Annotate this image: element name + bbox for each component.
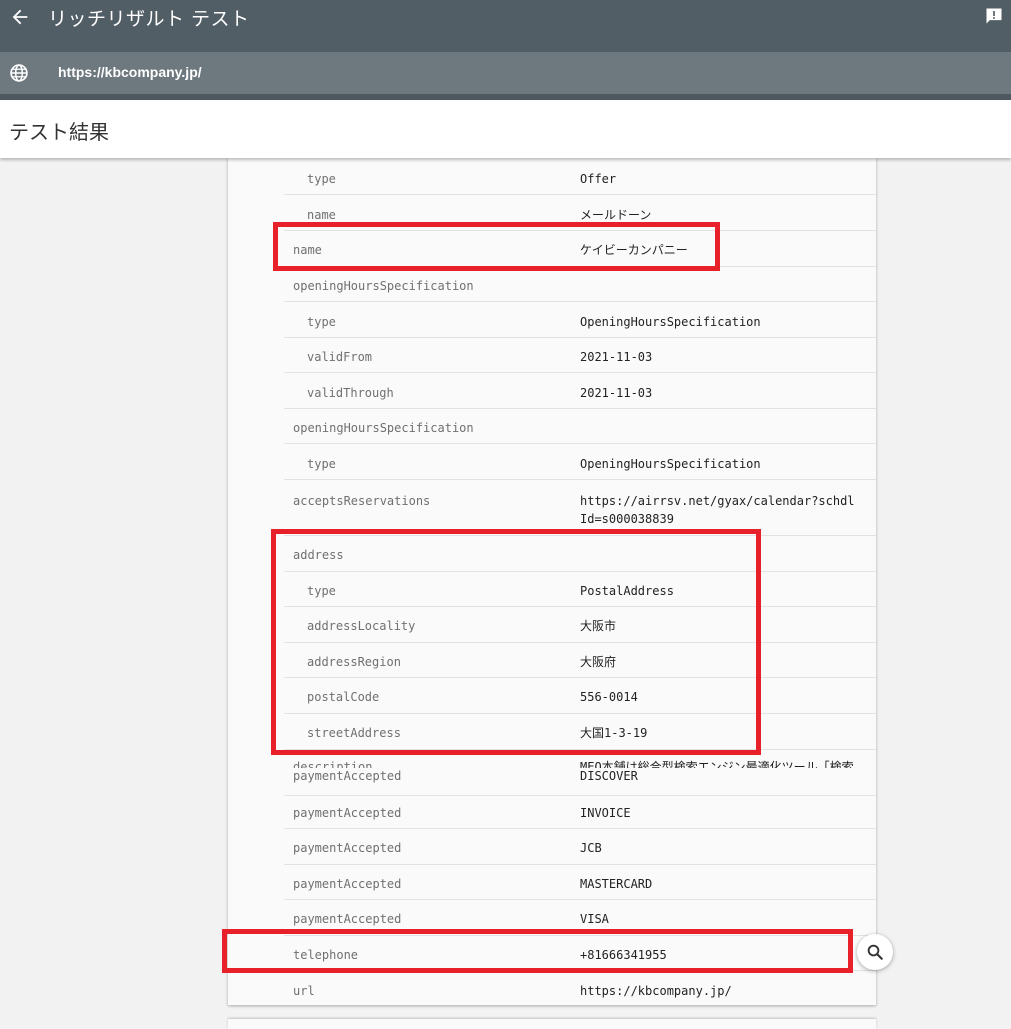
- field-key: type: [307, 457, 336, 471]
- field-key: validFrom: [307, 350, 373, 364]
- field-key: paymentAccepted: [293, 912, 402, 926]
- field-value-link[interactable]: https://airrsv.net/gyax/calendar?schdlId…: [580, 492, 860, 528]
- field-value: INVOICE: [580, 806, 631, 820]
- field-value: OpeningHoursSpecification: [580, 315, 761, 329]
- field-value: VISA: [580, 912, 609, 926]
- top-bar: リッチリザルト テスト: [0, 0, 1011, 52]
- inspect-search-button[interactable]: [857, 934, 893, 970]
- field-value-link[interactable]: https://kbcompany.jp/: [580, 982, 860, 1000]
- field-value: OpeningHoursSpecification: [580, 457, 761, 471]
- field-key: paymentAccepted: [293, 806, 402, 820]
- field-key: validThrough: [307, 386, 394, 400]
- highlight-telephone: [222, 929, 853, 973]
- field-value: 2021-11-03: [580, 386, 653, 400]
- table-row: paymentAccepted MASTERCARD: [284, 875, 876, 900]
- field-value: MASTERCARD: [580, 877, 653, 891]
- highlight-address: [271, 529, 761, 755]
- table-row: openingHoursSpecification: [284, 419, 876, 444]
- table-row: type Offer: [284, 170, 876, 195]
- field-key: openingHoursSpecification: [293, 421, 474, 435]
- field-key: acceptsReservations: [293, 494, 431, 508]
- results-header: テスト結果: [0, 100, 1011, 158]
- back-arrow-icon[interactable]: [9, 6, 31, 28]
- results-title: テスト結果: [9, 120, 109, 144]
- field-key: url: [293, 984, 315, 998]
- field-key: paymentAccepted: [293, 841, 402, 855]
- table-row: paymentAccepted DISCOVER: [284, 767, 876, 796]
- field-key: paymentAccepted: [293, 769, 402, 783]
- field-value: JCB: [580, 841, 602, 855]
- field-key: paymentAccepted: [293, 877, 402, 891]
- field-value: DISCOVER: [580, 769, 638, 783]
- app-title: リッチリザルト テスト: [48, 8, 250, 30]
- table-row: url https://kbcompany.jp/: [284, 982, 876, 1006]
- table-row: validFrom 2021-11-03: [284, 348, 876, 373]
- field-key: openingHoursSpecification: [293, 279, 474, 293]
- search-icon: [867, 944, 883, 960]
- field-value: Offer: [580, 172, 617, 186]
- highlight-name: [273, 222, 720, 271]
- feedback-icon[interactable]: [984, 6, 1004, 26]
- next-panel: [228, 1019, 876, 1029]
- field-value: 2021-11-03: [580, 350, 653, 364]
- globe-icon: [10, 64, 28, 82]
- field-key: type: [307, 315, 336, 329]
- field-key: type: [307, 172, 336, 186]
- table-row: paymentAccepted JCB: [284, 839, 876, 865]
- table-row: type OpeningHoursSpecification: [284, 455, 876, 480]
- tested-url[interactable]: https://kbcompany.jp/: [58, 64, 202, 80]
- table-row: openingHoursSpecification: [284, 277, 876, 302]
- table-row: paymentAccepted INVOICE: [284, 804, 876, 829]
- table-row: validThrough 2021-11-03: [284, 384, 876, 409]
- table-row: type OpeningHoursSpecification: [284, 313, 876, 338]
